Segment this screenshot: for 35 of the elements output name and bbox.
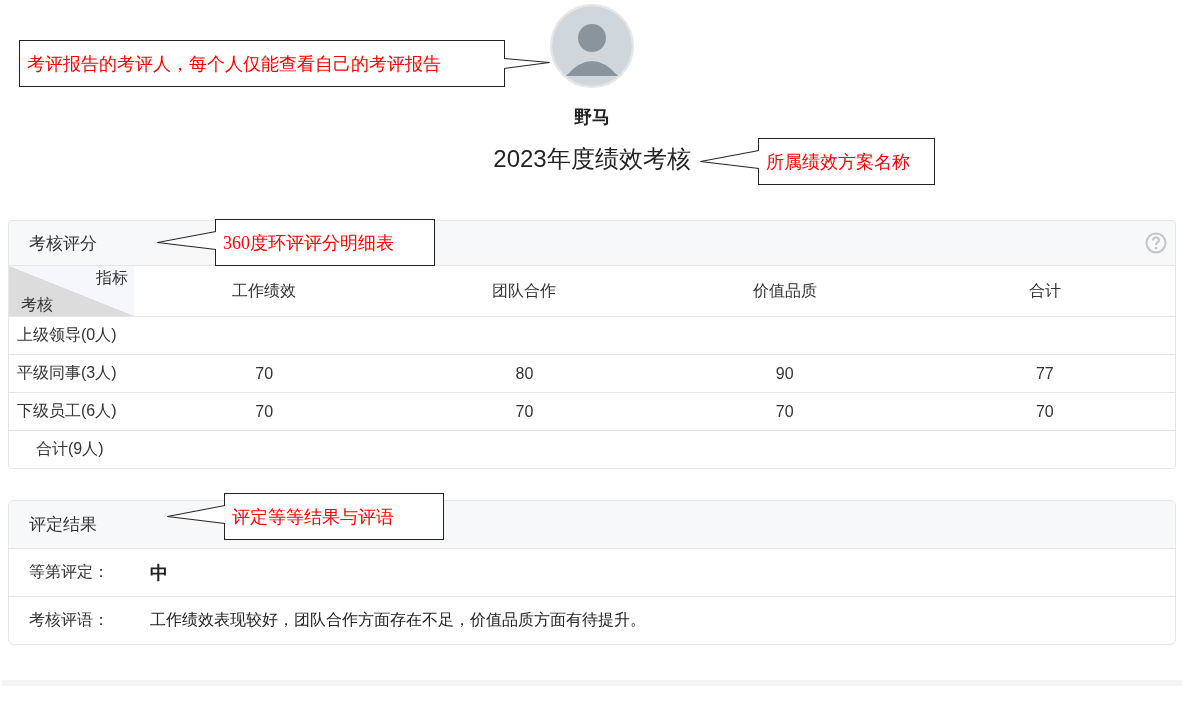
column-axis-label: 指标 (96, 268, 129, 288)
column-header: 价值品质 (654, 266, 915, 317)
row-label: 下级员工(6人) (17, 402, 117, 419)
score-value: 70 (255, 364, 274, 382)
score-value: 70 (255, 402, 274, 420)
score-value: 77 (1035, 364, 1054, 382)
field-label: 考核评语： (29, 610, 110, 630)
panel-title: 评定结果 (29, 514, 97, 536)
callout-note: 所属绩效方案名称 (758, 138, 935, 185)
score-value: 90 (775, 364, 794, 382)
help-icon[interactable] (1145, 232, 1167, 254)
column-header: 工作绩效 (134, 266, 395, 317)
plan-title: 2023年度绩效考核 (493, 144, 691, 174)
row-label: 上级领导(0人) (17, 326, 117, 343)
callout-pointer (157, 230, 216, 250)
callout-pointer (504, 57, 550, 69)
row-label: 合计(9人) (36, 440, 104, 457)
grade-value: 中 (150, 561, 168, 585)
callout-note: 360度环评评分明细表 (215, 219, 435, 266)
column-header: 团队合作 (394, 266, 655, 317)
panel-title: 考核评分 (29, 232, 97, 255)
user-name: 野马 (574, 106, 610, 128)
score-value: 70 (775, 402, 794, 420)
callout-pointer (167, 504, 225, 524)
score-value: 70 (1035, 402, 1054, 420)
comment-text: 工作绩效表现较好，团队合作方面存在不足，价值品质方面有待提升。 (150, 610, 646, 630)
score-value: 70 (515, 402, 534, 420)
row-axis-label: 考核 (21, 295, 53, 315)
callout-note: 考评报告的考评人，每个人仅能查看自己的考评报告 (19, 40, 505, 87)
callout-pointer (700, 149, 759, 169)
score-value: 80 (515, 364, 534, 382)
column-header: 合计 (914, 266, 1175, 317)
callout-note: 评定等等结果与评语 (224, 493, 444, 540)
field-label: 等第评定： (29, 562, 110, 582)
row-label: 平级同事(3人) (17, 364, 117, 381)
